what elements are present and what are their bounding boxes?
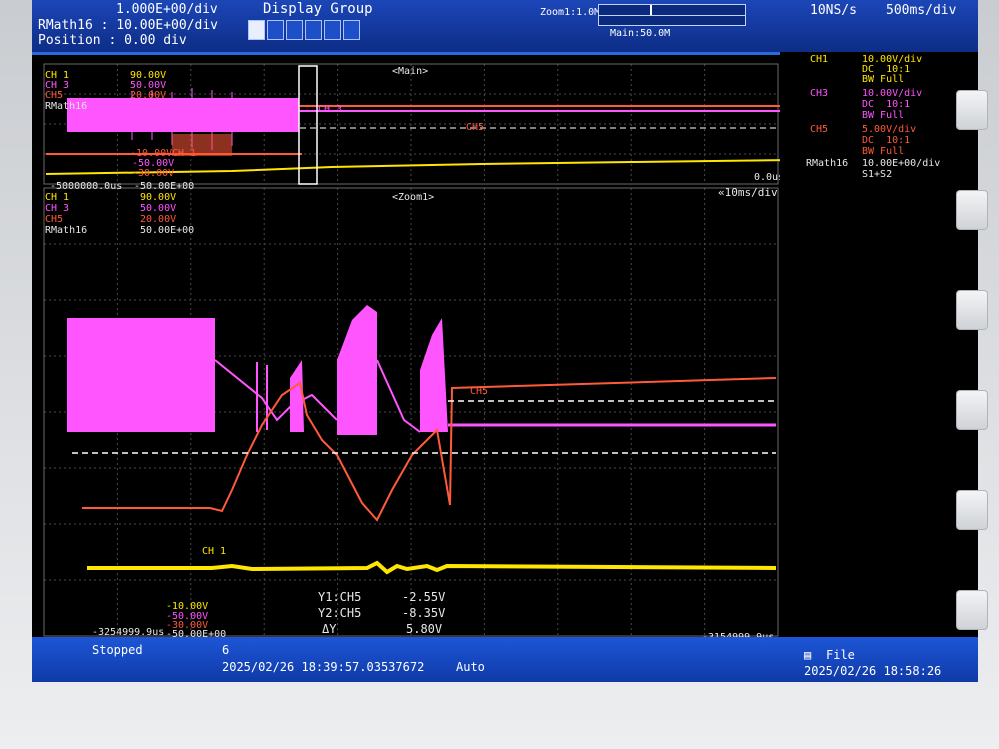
trigger-timestamp: 2025/02/26 18:39:57.03537672 (222, 660, 425, 674)
zoom-ch3-burst-2 (337, 305, 377, 435)
sample-rate: 10NS/s (810, 3, 857, 18)
zoom-ch5-label: CH5 (45, 214, 64, 225)
zoom-rmath-label: RMath16 (45, 225, 88, 236)
zoom-ch3-ramp-1 (214, 359, 338, 422)
softkey-5[interactable] (956, 490, 988, 530)
acquisition-count: 6 (222, 643, 230, 657)
zoom-ch1-label: CH 1 (45, 192, 70, 203)
main-start-time: -5000000.0us (50, 181, 123, 192)
zoom-ch1-trace-tag: CH 1 (202, 546, 227, 557)
ch3-name[interactable]: CH3 (810, 88, 828, 99)
softkey-2[interactable] (956, 190, 988, 230)
main-math-low: -50.00E+00 (134, 181, 195, 192)
softkey-4[interactable] (956, 390, 988, 430)
rmath-scale: 10.00E+00/div (862, 158, 941, 169)
system-clock: 2025/02/26 18:58:26 (804, 664, 942, 678)
channel-info-panel: CH1 10.00V/div DC 10:1 BW Full CH3 10.00… (780, 52, 978, 637)
ch5-bw: BW Full (862, 146, 905, 157)
main-ch1-low-tag: CH 1 (172, 148, 197, 159)
main-rmath-label: RMath16 (45, 101, 88, 112)
ch3-bw: BW Full (862, 110, 905, 121)
trigger-mode[interactable]: Auto (456, 661, 485, 674)
softkey-6[interactable] (956, 590, 988, 630)
cursor-y2-label: Y2:CH5 (318, 606, 362, 620)
main-ch3-trace-tag: CH 3 (318, 104, 343, 115)
acquisition-state[interactable]: Stopped (92, 644, 143, 657)
zoom-time-div: «10ms/div (718, 186, 778, 199)
bottom-status-bar: Stopped 6 2025/02/26 18:39:57.03537672 A… (32, 637, 978, 682)
main-ch5-value: 20.00V (130, 90, 167, 101)
main-ch3-burst (67, 98, 299, 132)
rmath-name[interactable]: RMath16 (806, 158, 848, 169)
zoom-ch5-value: 20.00V (140, 214, 177, 225)
zoom-ch3-burst-1 (67, 318, 215, 432)
rmath-source: S1+S2 (862, 169, 893, 180)
main-ch5-trace-tag: CH5 (466, 122, 485, 133)
ch5-name[interactable]: CH5 (810, 124, 828, 135)
file-icon[interactable]: ▤ (804, 649, 811, 662)
zoom-ch3-burst-3 (420, 318, 448, 432)
zoom-ch3-value: 50.00V (140, 203, 177, 214)
cursor-dy-label: ΔY (322, 622, 337, 636)
softkey-1[interactable] (956, 90, 988, 130)
zoom-view-title: <Zoom1> (392, 192, 435, 203)
zoom-window-marker (298, 65, 318, 185)
main-ch5-low: -30.00V (132, 168, 175, 179)
cursor-dy-value: 5.80V (406, 622, 443, 636)
zoom-rmath-value: 50.00E+00 (140, 225, 195, 236)
main-ch5-label: CH5 (45, 90, 64, 101)
ch3-scale: 10.00V/div (862, 88, 923, 99)
ch1-bw: BW Full (862, 74, 905, 85)
cursor-y1-label: Y1:CH5 (318, 590, 362, 604)
zoom-ch5-trace-tag: CH5 (470, 386, 489, 397)
zoom-ch3-ramp-2 (376, 359, 421, 433)
cursor-y2-value: -8.35V (402, 606, 446, 620)
ch3-coupling: DC 10:1 (862, 99, 911, 110)
zoom-ch1-value: 90.00V (140, 192, 177, 203)
cursor-y1-value: -2.55V (402, 590, 446, 604)
time-per-div: 500ms/div (886, 3, 957, 18)
ch5-coupling: DC 10:1 (862, 135, 911, 146)
softkey-3[interactable] (956, 290, 988, 330)
main-view-title: <Main> (392, 66, 429, 77)
file-label[interactable]: File (826, 649, 855, 662)
ch5-scale: 5.00V/div (862, 124, 917, 135)
zoom-ch3-label: CH 3 (45, 203, 70, 214)
ch1-name[interactable]: CH1 (810, 54, 828, 65)
oscilloscope-screen: 1.000E+00/div RMath16 : 10.00E+00/div Po… (32, 0, 978, 682)
